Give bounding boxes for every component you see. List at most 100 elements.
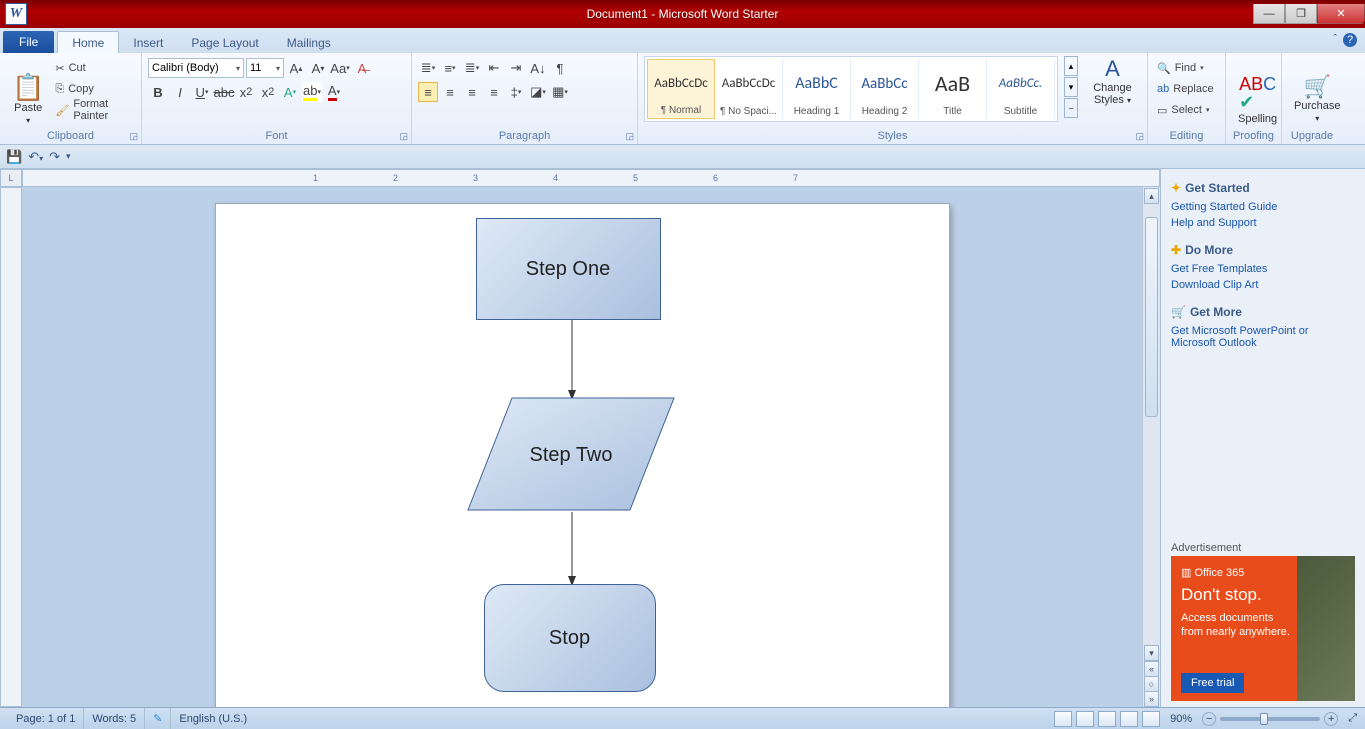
italic-button[interactable]: I [170,82,190,102]
view-web-layout[interactable] [1098,711,1116,727]
view-print-layout[interactable] [1054,711,1072,727]
document-page[interactable]: Step One Step Two Stop [215,203,950,707]
style-item---no-spaci---[interactable]: AaBbCcDc¶ No Spaci... [715,59,783,119]
styles-scroll-down[interactable]: ▾ [1064,77,1078,97]
link-get-templates[interactable]: Get Free Templates [1171,261,1355,277]
document-area[interactable]: Step One Step Two Stop [22,187,1142,707]
link-help-support[interactable]: Help and Support [1171,215,1355,231]
link-get-powerpoint-outlook[interactable]: Get Microsoft PowerPoint or Microsoft Ou… [1171,323,1355,351]
change-case-button[interactable]: Aa▾ [330,58,350,78]
styles-scroll-up[interactable]: ▴ [1064,56,1078,76]
style-item-heading-2[interactable]: AaBbCcHeading 2 [851,59,919,119]
zoom-fit-button[interactable]: ⤢ [1348,712,1357,725]
bold-button[interactable]: B [148,82,168,102]
vertical-scrollbar[interactable]: ▴ ▾ « ○ » [1142,187,1160,707]
arrow-2[interactable] [566,512,578,586]
qat-save-button[interactable]: 💾 [6,149,22,165]
shrink-font-button[interactable]: A▾ [308,58,328,78]
underline-button[interactable]: U▾ [192,82,212,102]
zoom-out-button[interactable]: − [1202,712,1216,726]
view-outline[interactable] [1120,711,1138,727]
highlight-button[interactable]: ab▾ [302,82,322,102]
view-draft[interactable] [1142,711,1160,727]
line-spacing-button[interactable]: ‡▾ [506,82,526,102]
find-button[interactable]: 🔍Find▾ [1154,58,1219,78]
zoom-in-button[interactable]: + [1324,712,1338,726]
tab-insert[interactable]: Insert [119,32,177,53]
tab-file[interactable]: File [3,31,54,53]
browse-object-button[interactable]: ○ [1144,676,1159,692]
font-size-combo[interactable]: 11▾ [246,58,284,78]
multilevel-list-button[interactable]: ≣▾ [462,58,482,78]
maximize-button[interactable]: ❐ [1285,4,1317,24]
flowchart-parallelogram[interactable]: Step Two [466,396,676,514]
minimize-button[interactable]: — [1253,4,1285,24]
sort-button[interactable]: A↓ [528,58,548,78]
prev-page-button[interactable]: « [1144,661,1159,677]
align-right-button[interactable]: ≡ [462,82,482,102]
font-launcher-icon[interactable]: ◲ [399,131,408,142]
tab-home[interactable]: Home [57,31,119,53]
clipboard-launcher-icon[interactable]: ◲ [129,131,138,142]
clear-formatting-button[interactable]: A̶ [352,58,372,78]
text-effects-button[interactable]: A▾ [280,82,300,102]
show-marks-button[interactable]: ¶ [550,58,570,78]
font-color-button[interactable]: A▾ [324,82,344,102]
status-proof[interactable]: ✎ [145,708,171,729]
qat-redo-button[interactable]: ↷ [49,149,60,165]
subscript-button[interactable]: x2 [236,82,256,102]
ad-cta-button[interactable]: Free trial [1181,673,1244,693]
cut-button[interactable]: ✂Cut [52,58,135,78]
arrow-1[interactable] [566,320,578,400]
scroll-down-button[interactable]: ▾ [1144,645,1159,661]
view-full-screen[interactable] [1076,711,1094,727]
increase-indent-button[interactable]: ⇥ [506,58,526,78]
change-styles-button[interactable]: A Change Styles ▾ [1084,56,1141,108]
status-language[interactable]: English (U.S.) [171,708,255,729]
style-item-subtitle[interactable]: AaBbCc.Subtitle [987,59,1055,119]
superscript-button[interactable]: x2 [258,82,278,102]
scroll-up-button[interactable]: ▴ [1144,188,1159,204]
scroll-thumb[interactable] [1145,217,1158,417]
style-item-title[interactable]: AaBTitle [919,59,987,119]
link-getting-started-guide[interactable]: Getting Started Guide [1171,199,1355,215]
decrease-indent-button[interactable]: ⇤ [484,58,504,78]
link-download-clipart[interactable]: Download Clip Art [1171,277,1355,293]
style-item-heading-1[interactable]: AaBbCHeading 1 [783,59,851,119]
tab-page-layout[interactable]: Page Layout [177,32,272,53]
qat-undo-button[interactable]: ↶▾ [28,149,43,165]
numbering-button[interactable]: ≡▾ [440,58,460,78]
font-name-combo[interactable]: Calibri (Body)▾ [148,58,244,78]
justify-button[interactable]: ≡ [484,82,504,102]
flowchart-terminator[interactable]: Stop [484,584,656,692]
align-center-button[interactable]: ≡ [440,82,460,102]
bullets-button[interactable]: ≣▾ [418,58,438,78]
status-page[interactable]: Page: 1 of 1 [8,708,84,729]
horizontal-ruler[interactable]: 123 456 7 [22,169,1160,187]
styles-launcher-icon[interactable]: ◲ [1135,131,1144,142]
zoom-knob[interactable] [1260,713,1268,725]
minimize-ribbon-icon[interactable]: ˆ [1333,33,1337,47]
select-button[interactable]: ▭Select▾ [1154,100,1219,120]
paragraph-launcher-icon[interactable]: ◲ [625,131,634,142]
styles-gallery[interactable]: AaBbCcDc¶ NormalAaBbCcDc¶ No Spaci...AaB… [644,56,1058,122]
status-words[interactable]: Words: 5 [84,708,145,729]
tab-mailings[interactable]: Mailings [273,32,345,53]
replace-button[interactable]: abReplace [1154,79,1219,99]
vertical-ruler[interactable] [0,187,22,707]
flowchart-rectangle[interactable]: Step One [476,218,661,320]
ruler-corner[interactable]: L [0,169,22,187]
align-left-button[interactable]: ≡ [418,82,438,102]
copy-button[interactable]: ⎘Copy [52,79,135,99]
next-page-button[interactable]: » [1144,691,1159,707]
qat-customize-button[interactable]: ▾ [66,151,71,162]
styles-more-button[interactable]: ⎯ [1064,98,1078,118]
zoom-slider[interactable] [1220,717,1320,721]
shading-button[interactable]: ◪▾ [528,82,548,102]
close-button[interactable]: ✕ [1317,4,1365,24]
format-painter-button[interactable]: 🖌Format Painter [52,100,135,120]
borders-button[interactable]: ▦▾ [550,82,570,102]
strikethrough-button[interactable]: abc [214,82,234,102]
help-icon[interactable]: ? [1343,33,1357,47]
grow-font-button[interactable]: A▴ [286,58,306,78]
